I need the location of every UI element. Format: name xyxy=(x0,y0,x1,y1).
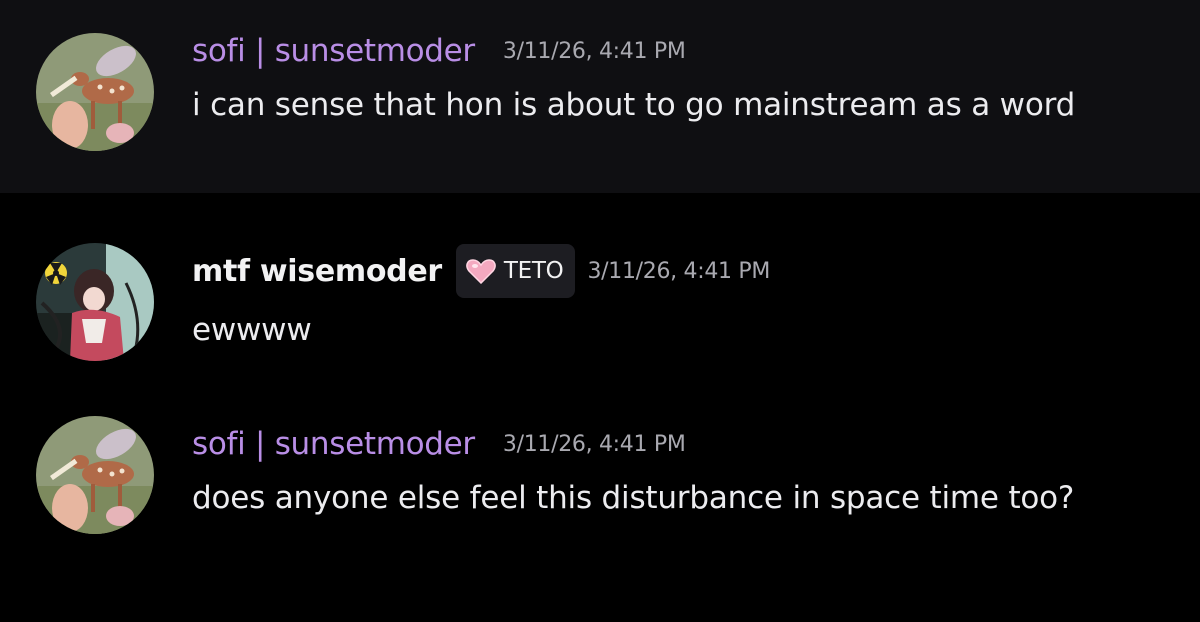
message-header: sofi | sunsetmoder 3/11/26, 4:41 PM xyxy=(192,423,686,465)
fawn-avatar-icon xyxy=(36,33,154,151)
fawn-avatar-icon xyxy=(36,416,154,534)
timestamp: 3/11/26, 4:41 PM xyxy=(502,38,686,64)
timestamp: 3/11/26, 4:41 PM xyxy=(587,258,771,284)
message-content: does anyone else feel this disturbance i… xyxy=(192,480,1075,516)
message-content: ewwww xyxy=(192,312,312,348)
message-header: sofi | sunsetmoder 3/11/26, 4:41 PM xyxy=(192,30,686,72)
chat-message[interactable]: sofi | sunsetmoder 3/11/26, 4:41 PM does… xyxy=(0,393,1200,622)
username[interactable]: mtf wisemoder xyxy=(192,254,442,289)
chat-message-list: sofi | sunsetmoder 3/11/26, 4:41 PM i ca… xyxy=(0,0,1200,622)
chat-message[interactable]: sofi | sunsetmoder 3/11/26, 4:41 PM i ca… xyxy=(0,0,1200,193)
pink-heart-icon xyxy=(466,259,496,284)
tag-label: TETO xyxy=(503,258,564,284)
message-content: i can sense that hon is about to go main… xyxy=(192,87,1076,123)
user-avatar[interactable] xyxy=(36,416,154,534)
chat-message[interactable]: mtf wisemoder TETO 3/11/26, 4:41 PM ewww… xyxy=(0,193,1200,393)
anime-character-avatar-icon xyxy=(36,243,154,361)
user-avatar[interactable] xyxy=(36,243,154,361)
message-header: mtf wisemoder TETO 3/11/26, 4:41 PM xyxy=(192,244,771,298)
role-tag[interactable]: TETO xyxy=(455,244,576,298)
username[interactable]: sofi | sunsetmoder xyxy=(192,426,475,462)
username[interactable]: sofi | sunsetmoder xyxy=(192,33,475,69)
user-avatar[interactable] xyxy=(36,33,154,151)
timestamp: 3/11/26, 4:41 PM xyxy=(502,431,686,457)
